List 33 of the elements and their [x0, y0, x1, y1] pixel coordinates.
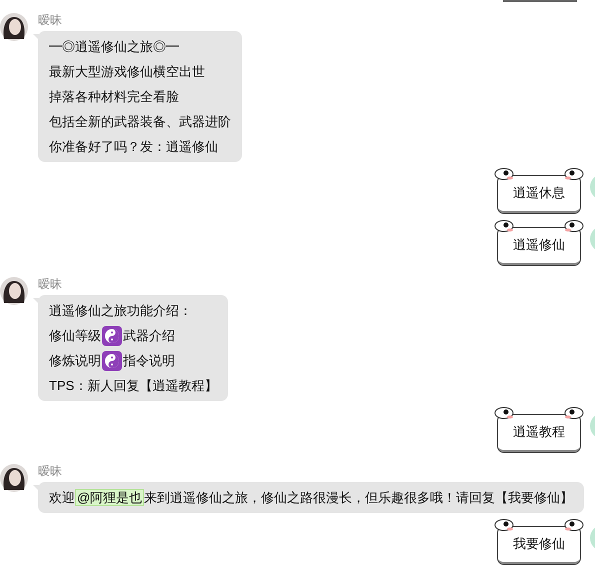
yin-yang-icon [102, 350, 122, 370]
eyes-icon [564, 168, 584, 181]
message-line: 武器介绍 [123, 326, 175, 345]
yin-yang-icon [102, 326, 122, 346]
sender-name: 暧昧 [38, 276, 63, 292]
sender-name: 暧昧 [38, 12, 63, 28]
message-line: ━◎逍遥修仙之旅◎━ [49, 38, 180, 56]
eyes-icon [494, 407, 514, 420]
message-line: 最新大型游戏修仙横空出世 [49, 63, 206, 81]
message-text: 欢迎@阿狸是也来到逍遥修仙之旅，修仙之路很漫长，但乐趣很多哦！请回复【我要修仙】 [49, 488, 574, 508]
eyes-icon [564, 519, 584, 532]
avatar [590, 413, 595, 439]
mention-link[interactable]: @阿狸是也 [75, 489, 144, 506]
eyes-icon [564, 220, 584, 233]
message-line: 包括全新的武器装备、武器进阶 [49, 113, 231, 131]
avatar [0, 13, 28, 41]
eyes-icon [494, 168, 514, 181]
avatar [590, 226, 595, 252]
avatar [0, 464, 28, 492]
sender-name: 暧昧 [38, 463, 63, 479]
eyes-icon [494, 220, 514, 233]
eyes-icon [494, 519, 514, 532]
eyes-icon [564, 407, 584, 420]
avatar [0, 277, 28, 305]
message-line: TPS：新人回复【逍遥教程】 [49, 377, 218, 395]
message-line: 掉落各种材料完全看脸 [49, 88, 180, 106]
message-line: 指令说明 [123, 352, 175, 370]
message-line: 你准备好了吗？发：逍遥修仙 [49, 138, 219, 156]
message-line: 修炼说明 [49, 352, 101, 370]
avatar [590, 525, 595, 551]
message-line: 逍遥修仙之旅功能介绍： [49, 302, 193, 320]
avatar [590, 174, 595, 200]
message-line: 修仙等级 [49, 326, 101, 345]
